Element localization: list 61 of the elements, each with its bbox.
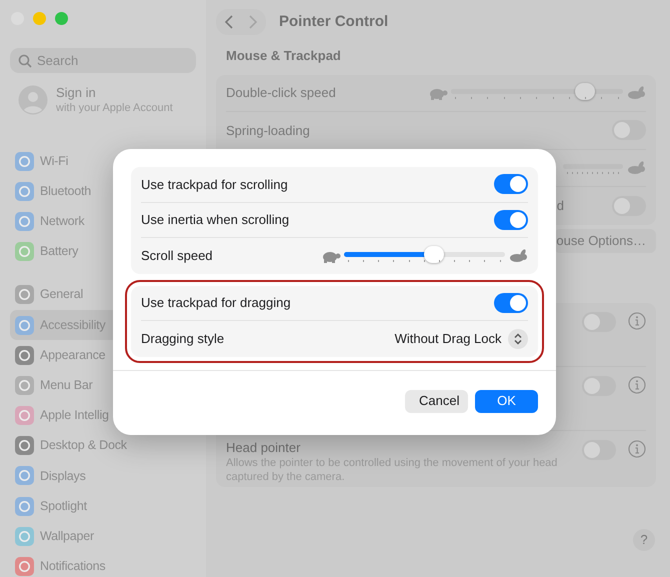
settings-category-icon bbox=[15, 376, 34, 395]
sidebar-item[interactable]: Desktop & Dock bbox=[10, 430, 196, 461]
setting-label: Use trackpad for dragging bbox=[141, 294, 291, 312]
setting-label: d bbox=[556, 197, 564, 215]
toggle-switch[interactable] bbox=[582, 312, 616, 332]
settings-category-icon bbox=[15, 346, 34, 365]
help-button[interactable]: ? bbox=[633, 529, 655, 551]
slider[interactable] bbox=[344, 246, 505, 266]
ok-button[interactable]: OK bbox=[475, 390, 538, 412]
mouse-options-button[interactable]: ouse Options… bbox=[554, 228, 656, 252]
settings-category-icon bbox=[15, 466, 34, 486]
settings-category-icon bbox=[15, 242, 34, 262]
rabbit-icon bbox=[626, 160, 646, 175]
toggle-switch[interactable] bbox=[494, 292, 528, 313]
settings-category-icon bbox=[15, 557, 34, 576]
account-title: Sign in bbox=[56, 85, 97, 101]
sidebar-item[interactable]: Wallpaper bbox=[10, 521, 196, 552]
setting-label: Use inertia when scrolling bbox=[141, 211, 290, 229]
info-icon[interactable] bbox=[628, 312, 646, 330]
sidebar-item[interactable]: Wi-Fi bbox=[10, 146, 196, 176]
settings-category-icon bbox=[15, 182, 34, 201]
settings-category-icon bbox=[15, 436, 34, 456]
settings-category-icon bbox=[15, 152, 34, 171]
info-icon[interactable] bbox=[628, 440, 646, 458]
info-icon[interactable] bbox=[628, 376, 646, 394]
settings-category-icon bbox=[15, 526, 34, 546]
search-icon bbox=[18, 54, 32, 68]
setting-label: Double-click speed bbox=[226, 84, 336, 102]
settings-category-icon bbox=[15, 285, 34, 304]
section-title: Mouse & Trackpad bbox=[225, 47, 342, 65]
search-field[interactable]: Search bbox=[10, 48, 196, 73]
settings-category-icon bbox=[15, 316, 34, 335]
dragging-style-popup[interactable]: Without Drag Lock bbox=[394, 328, 528, 349]
toggle-switch[interactable] bbox=[494, 174, 528, 194]
sidebar-item[interactable]: Notifications bbox=[10, 551, 196, 577]
toggle-switch[interactable] bbox=[582, 440, 616, 460]
setting-label: Spring-loading bbox=[226, 122, 310, 140]
sidebar-item[interactable]: Spotlight bbox=[10, 491, 196, 522]
forward-icon[interactable] bbox=[248, 14, 258, 30]
toggle-switch[interactable] bbox=[582, 376, 616, 396]
setting-label: Use trackpad for scrolling bbox=[141, 176, 288, 194]
back-icon[interactable] bbox=[224, 14, 234, 30]
settings-category-icon bbox=[15, 212, 34, 231]
sidebar-item[interactable]: Menu Bar bbox=[10, 370, 196, 400]
window-control[interactable] bbox=[33, 12, 46, 25]
setting-label: Head pointer bbox=[226, 440, 302, 456]
rabbit-icon bbox=[508, 248, 528, 263]
toggle-switch[interactable] bbox=[612, 120, 646, 140]
window-control[interactable] bbox=[55, 12, 68, 25]
toggle-switch[interactable] bbox=[494, 210, 528, 230]
cancel-button[interactable]: Cancel bbox=[405, 390, 468, 412]
navigation-buttons[interactable] bbox=[216, 9, 266, 35]
page-title: Pointer Control bbox=[279, 12, 388, 32]
setting-label: Scroll speed bbox=[141, 247, 213, 265]
settings-category-icon bbox=[15, 496, 34, 516]
settings-category-icon bbox=[15, 406, 34, 426]
toggle-switch[interactable] bbox=[612, 196, 646, 216]
sidebar-item[interactable]: Apple Intellig bbox=[10, 400, 196, 431]
rabbit-icon bbox=[626, 86, 646, 100]
chevron-updown-icon bbox=[514, 332, 522, 345]
sidebar-item[interactable]: Displays bbox=[10, 460, 196, 492]
